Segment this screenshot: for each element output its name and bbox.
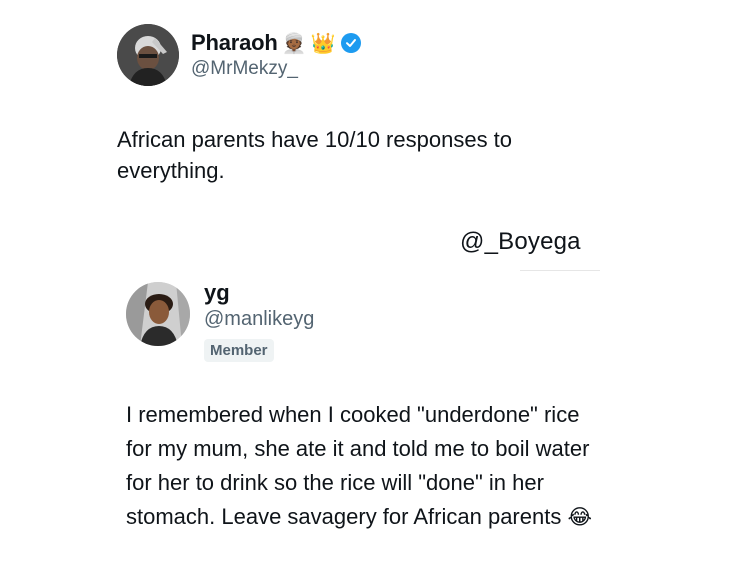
display-name[interactable]: Pharaoh xyxy=(191,30,278,56)
avatar-image xyxy=(117,24,179,86)
credit-watermark: @_Boyega xyxy=(460,228,581,255)
verified-badge-icon xyxy=(341,33,362,53)
avatar[interactable] xyxy=(117,24,179,86)
user-handle[interactable]: @MrMekzy_ xyxy=(191,58,361,80)
user-handle[interactable]: @manlikeyg xyxy=(204,308,314,331)
tweet-text: African parents have 10/10 responses to … xyxy=(117,127,513,183)
member-badge: Member xyxy=(204,339,274,362)
quoted-tweet-header: yg @manlikeyg Member xyxy=(126,280,314,362)
tweet-header: Pharaoh 👳🏾 👑 @MrMekzy_ xyxy=(117,20,362,90)
turban-emoji-icon: 👳🏾 xyxy=(281,31,307,55)
avatar[interactable] xyxy=(126,282,190,346)
quoted-tweet-body: I remembered when I cooked "underdone" r… xyxy=(126,402,590,529)
display-name[interactable]: yg xyxy=(204,280,314,306)
laughing-emoji-icon: 😂 xyxy=(567,505,593,529)
divider xyxy=(520,270,600,271)
crown-emoji-icon: 👑 xyxy=(310,31,336,55)
avatar-image xyxy=(126,282,190,346)
quoted-tweet-text: I remembered when I cooked "underdone" r… xyxy=(126,398,606,534)
